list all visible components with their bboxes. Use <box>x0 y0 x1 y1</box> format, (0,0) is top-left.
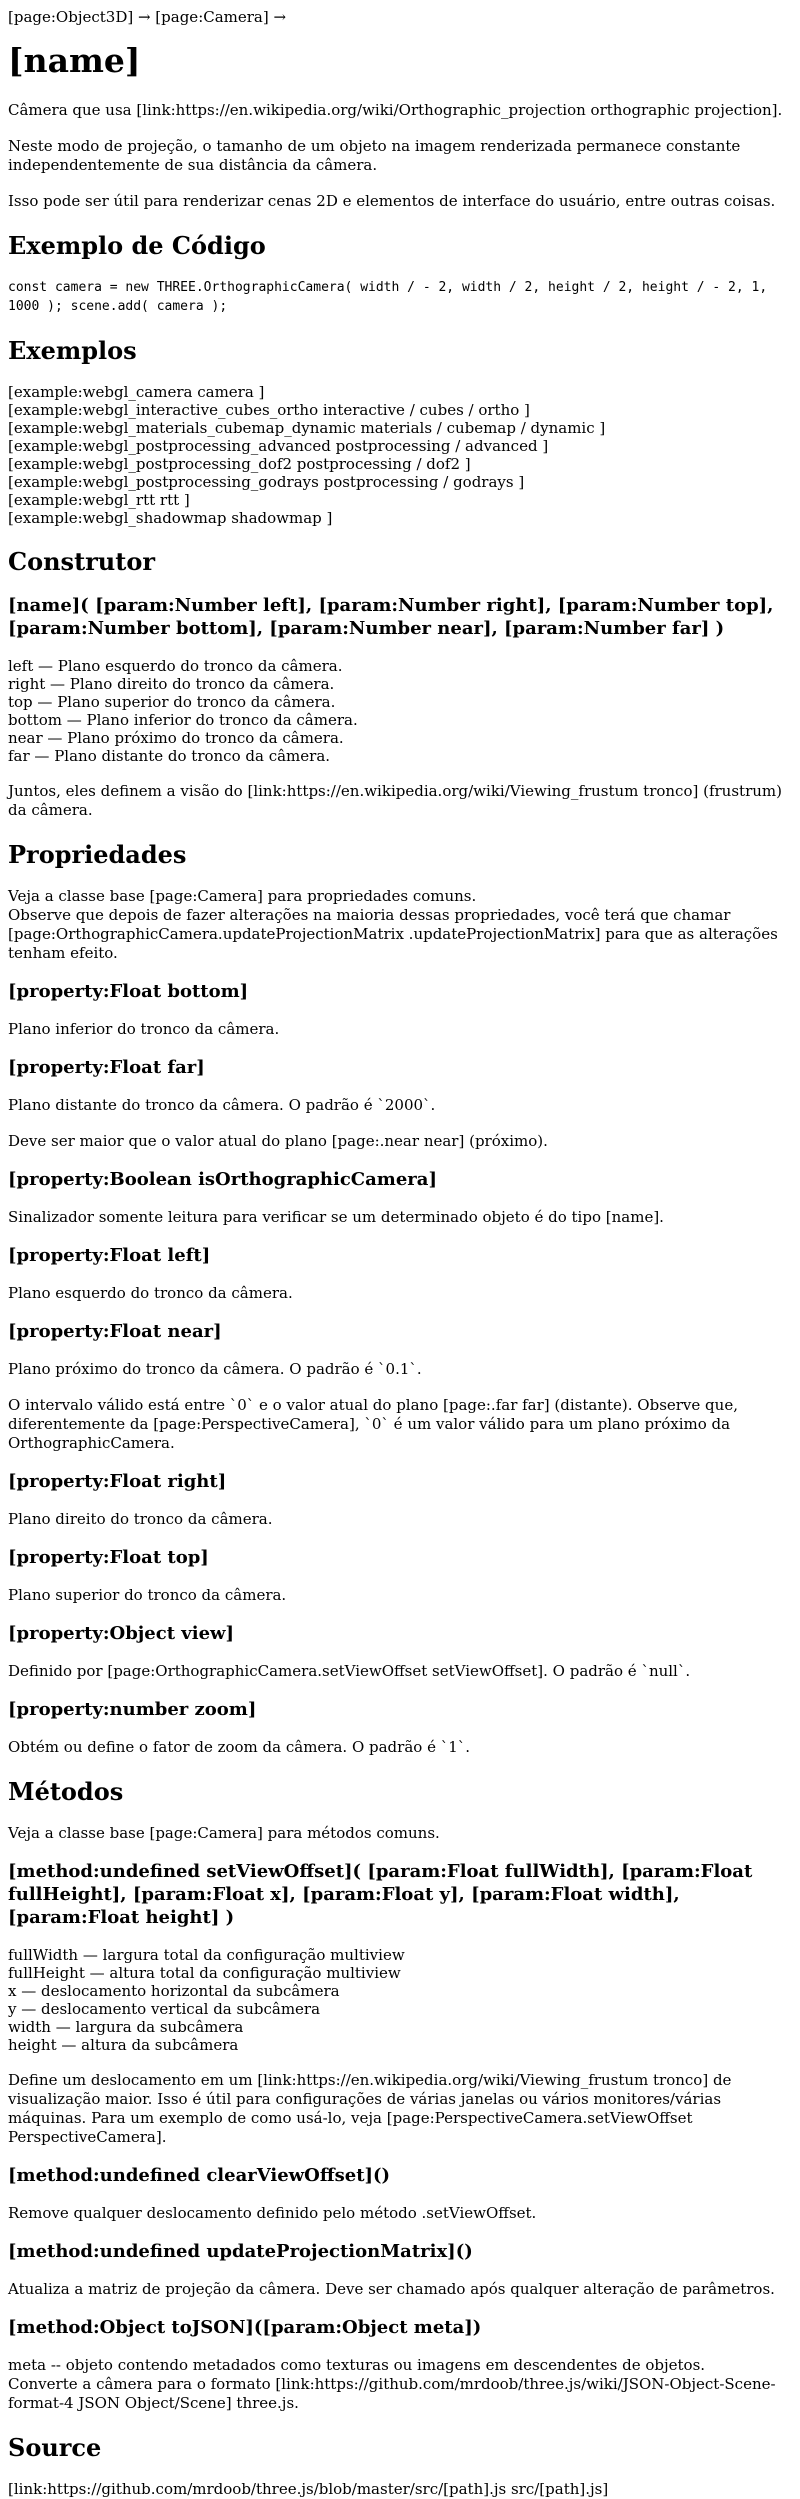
param-line: right — Plano direito do tronco da câmer… <box>8 675 335 693</box>
update-projection-matrix-description: Atualiza a matriz de projeção da câmera.… <box>8 2280 775 2298</box>
param-line: fullHeight — altura total da configuraçã… <box>8 1964 401 1982</box>
param-line: fullWidth — largura total da configuraçã… <box>8 1946 405 1964</box>
example-link[interactable]: [example:webgl_rtt rtt ] <box>8 491 792 509</box>
intro-paragraph-1: Câmera que usa [link:https://en.wikipedi… <box>8 101 783 119</box>
doc-page: [page:Object3D] → [page:Camera] → [name]… <box>0 0 800 2499</box>
example-link[interactable]: [example:webgl_postprocessing_advanced p… <box>8 437 792 455</box>
set-view-offset-description: Define um deslocamento em um [link:https… <box>8 2071 732 2146</box>
constructor-note: Juntos, eles definem a visão do [link:ht… <box>8 782 782 819</box>
example-link[interactable]: [example:webgl_interactive_cubes_ortho i… <box>8 401 792 419</box>
intro-paragraph-2: Neste modo de projeção, o tamanho de um … <box>8 137 741 174</box>
to-json-desc-line: Converte a câmera para o formato [link:h… <box>8 2375 776 2412</box>
param-line: near — Plano próximo do tronco da câmera… <box>8 729 344 747</box>
param-line: y — deslocamento vertical da subcâmera <box>8 2000 321 2018</box>
param-line: far — Plano distante do tronco da câmera… <box>8 747 331 765</box>
property-description: O intervalo válido está entre `0` e o va… <box>8 1396 738 1452</box>
examples-list: [example:webgl_camera camera ] [example:… <box>8 383 792 527</box>
property-title: [property:Float far] <box>8 1057 205 1078</box>
property-description: Obtém ou define o fator de zoom da câmer… <box>8 1738 471 1756</box>
code-example-heading: Exemplo de Código <box>8 231 266 260</box>
property-description: Definido por [page:OrthographicCamera.se… <box>8 1662 691 1680</box>
to-json-param-line: meta -- objeto contendo metadados como t… <box>8 2356 706 2374</box>
param-line: top — Plano superior do tronco da câmera… <box>8 693 336 711</box>
property-title: [property:Boolean isOrthographicCamera] <box>8 1169 437 1190</box>
example-link[interactable]: [example:webgl_shadowmap shadowmap ] <box>8 509 792 527</box>
property-title: [property:Float top] <box>8 1547 209 1568</box>
method-title-clear-view-offset: [method:undefined clearViewOffset]() <box>8 2165 391 2186</box>
param-line: left — Plano esquerdo do tronco da câmer… <box>8 657 343 675</box>
property-description: Plano inferior do tronco da câmera. <box>8 1020 280 1038</box>
param-line: bottom — Plano inferior do tronco da câm… <box>8 711 358 729</box>
example-link[interactable]: [example:webgl_postprocessing_dof2 postp… <box>8 455 792 473</box>
param-line: width — largura da subcâmera <box>8 2018 244 2036</box>
property-title: [property:number zoom] <box>8 1699 257 1720</box>
methods-heading: Métodos <box>8 1777 124 1806</box>
property-title: [property:Object view] <box>8 1623 235 1644</box>
property-description: Plano direito do tronco da câmera. <box>8 1510 273 1528</box>
constructor-params: left — Plano esquerdo do tronco da câmer… <box>8 657 792 765</box>
example-link[interactable]: [example:webgl_camera camera ] <box>8 383 792 401</box>
example-link[interactable]: [example:webgl_postprocessing_godrays po… <box>8 473 792 491</box>
constructor-heading: Construtor <box>8 547 155 576</box>
source-link[interactable]: [link:https://github.com/mrdoob/three.js… <box>8 2480 792 2499</box>
properties-intro-line-2: Observe que depois de fazer alterações n… <box>8 906 778 962</box>
property-title: [property:Float bottom] <box>8 981 249 1002</box>
property-title: [property:Float near] <box>8 1321 222 1342</box>
property-description: Plano próximo do tronco da câmera. O pad… <box>8 1360 422 1378</box>
property-title: [property:Float left] <box>8 1245 211 1266</box>
property-title: [property:Float right] <box>8 1471 227 1492</box>
method-title-update-projection-matrix: [method:undefined updateProjectionMatrix… <box>8 2241 473 2262</box>
set-view-offset-params: fullWidth — largura total da configuraçã… <box>8 1946 792 2054</box>
property-description: Plano superior do tronco da câmera. <box>8 1586 287 1604</box>
properties-intro: Veja a classe base [page:Camera] para pr… <box>8 887 792 963</box>
properties-heading: Propriedades <box>8 840 187 869</box>
param-line: x — deslocamento horizontal da subcâmera <box>8 1982 340 2000</box>
example-link[interactable]: [example:webgl_materials_cubemap_dynamic… <box>8 419 792 437</box>
constructor-signature: [name]( [param:Number left], [param:Numb… <box>8 595 774 639</box>
method-title-to-json: [method:Object toJSON]([param:Object met… <box>8 2317 482 2338</box>
property-description: Plano distante do tronco da câmera. O pa… <box>8 1096 436 1114</box>
methods-intro: Veja a classe base [page:Camera] para mé… <box>8 1824 440 1842</box>
clear-view-offset-description: Remove qualquer deslocamento definido pe… <box>8 2204 537 2222</box>
param-line: height — altura da subcâmera <box>8 2036 239 2054</box>
examples-heading: Exemplos <box>8 336 137 365</box>
property-description: Plano esquerdo do tronco da câmera. <box>8 1284 293 1302</box>
method-title-set-view-offset: [method:undefined setViewOffset]( [param… <box>8 1861 753 1928</box>
property-description: Sinalizador somente leitura para verific… <box>8 1208 664 1226</box>
source-heading: Source <box>8 2433 102 2462</box>
properties-intro-line-1: Veja a classe base [page:Camera] para pr… <box>8 887 477 905</box>
intro-paragraph-3: Isso pode ser útil para renderizar cenas… <box>8 192 776 210</box>
breadcrumb[interactable]: [page:Object3D] → [page:Camera] → <box>8 8 792 27</box>
page-title: [name] <box>8 41 141 80</box>
to-json-description: meta -- objeto contendo metadados como t… <box>8 2356 792 2413</box>
code-example-block: const camera = new THREE.OrthographicCam… <box>8 280 768 314</box>
property-description: Deve ser maior que o valor atual do plan… <box>8 1132 548 1150</box>
